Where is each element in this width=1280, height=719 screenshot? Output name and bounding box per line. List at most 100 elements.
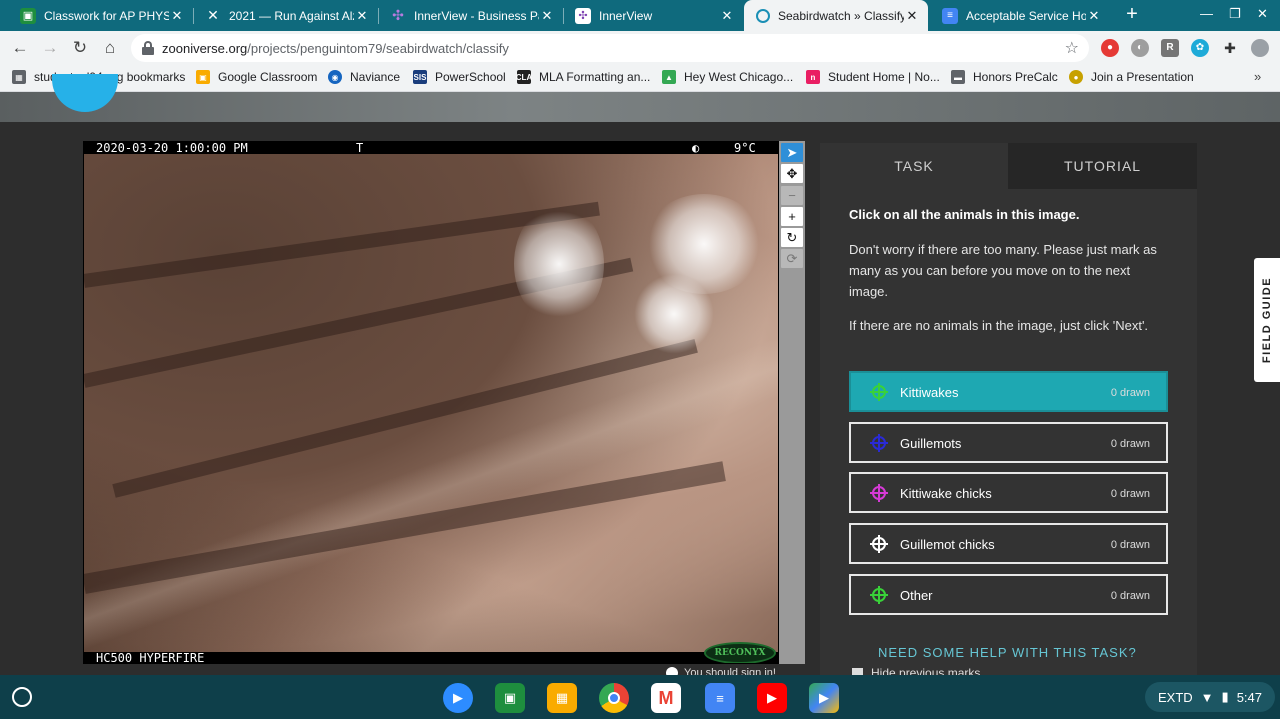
field-guide-button[interactable]: FIELD GUIDE bbox=[1254, 258, 1280, 382]
task-help-text: If there are no animals in the image, ju… bbox=[849, 318, 1149, 333]
address-bar[interactable]: zooniverse.org/projects/penguintom79/sea… bbox=[131, 34, 1089, 62]
chrome-icon[interactable] bbox=[599, 683, 629, 713]
new-tab-button[interactable]: + bbox=[1121, 3, 1143, 25]
google-classroom-alt-icon[interactable]: ▦ bbox=[547, 683, 577, 713]
back-button[interactable]: ← bbox=[9, 37, 31, 59]
close-window-icon[interactable]: ✕ bbox=[1257, 6, 1268, 22]
bookmark-mla-formatting[interactable]: CLA MLA Formatting an... bbox=[516, 70, 650, 84]
google-docs-icon[interactable]: ≡ bbox=[705, 683, 735, 713]
powerschool-icon: SIS bbox=[413, 70, 427, 84]
home-button[interactable]: ⌂ bbox=[99, 37, 121, 59]
crosshair-icon bbox=[870, 434, 888, 452]
pear-deck-icon: ● bbox=[1069, 70, 1083, 84]
wifi-icon: ▼ bbox=[1200, 689, 1214, 705]
naviance-icon: ◉ bbox=[328, 70, 342, 84]
close-icon[interactable]: ✕ bbox=[904, 8, 920, 24]
play-store-icon[interactable]: ▶ bbox=[809, 683, 839, 713]
bookmark-hey-west-chicago[interactable]: ▲ Hey West Chicago... bbox=[662, 70, 793, 84]
restore-icon[interactable]: ❐ bbox=[1229, 6, 1241, 22]
crosshair-icon bbox=[870, 586, 888, 604]
close-icon[interactable]: ✕ bbox=[719, 8, 735, 24]
need-help-link[interactable]: NEED SOME HELP WITH THIS TASK? bbox=[878, 645, 1137, 660]
camera-trap-photo[interactable] bbox=[84, 154, 778, 652]
close-icon[interactable]: ✕ bbox=[169, 8, 185, 24]
tab-acceptable-service-hours[interactable]: ≡ Acceptable Service Hour ✕ bbox=[930, 0, 1110, 31]
gmail-icon[interactable]: M bbox=[651, 683, 681, 713]
tab-seabirdwatch[interactable]: Seabirdwatch » Classify ✕ bbox=[744, 0, 928, 31]
student-home-icon: n bbox=[806, 70, 820, 84]
bookmark-star-icon[interactable]: ☆ bbox=[1065, 38, 1079, 58]
choice-other[interactable]: Other 0 drawn bbox=[849, 574, 1168, 615]
minimize-icon[interactable]: — bbox=[1200, 6, 1213, 21]
folder-icon: ▬ bbox=[951, 70, 965, 84]
battery-icon: ▮ bbox=[1221, 689, 1229, 704]
forward-button[interactable]: → bbox=[39, 37, 61, 59]
camera-model: HC500 HYPERFIRE bbox=[96, 651, 205, 664]
subject-image-viewer[interactable]: 2020-03-20 1:00:00 PM T ◐ 9°C HC500 HYPE… bbox=[83, 141, 779, 664]
reset-icon[interactable]: ⟳ bbox=[781, 249, 803, 268]
tab-classwork[interactable]: ▣ Classwork for AP PHYSI ✕ bbox=[8, 0, 193, 31]
close-icon[interactable]: ✕ bbox=[354, 8, 370, 24]
crosshair-icon bbox=[870, 535, 888, 553]
record-extension-icon[interactable]: ● bbox=[1101, 39, 1119, 57]
choice-guillemot-chicks[interactable]: Guillemot chicks 0 drawn bbox=[849, 523, 1168, 564]
tab-strip: ▣ Classwork for AP PHYSI ✕ ✕ 2021 — Run … bbox=[0, 0, 1280, 31]
camera-timestamp: 2020-03-20 1:00:00 PM bbox=[96, 141, 248, 155]
tab-innerview[interactable]: ✣ InnerView ✕ bbox=[563, 0, 743, 31]
choice-guillemots[interactable]: Guillemots 0 drawn bbox=[849, 422, 1168, 463]
youtube-icon[interactable]: ▶ bbox=[757, 683, 787, 713]
zooniverse-icon bbox=[756, 8, 770, 23]
camera-flag: T bbox=[356, 141, 364, 155]
crosshair-icon bbox=[870, 484, 888, 502]
zoom-out-icon[interactable]: − bbox=[781, 186, 803, 205]
camera-info-bar: 2020-03-20 1:00:00 PM T ◐ 9°C bbox=[84, 141, 778, 155]
extensions-puzzle-icon[interactable]: ✚ bbox=[1221, 39, 1239, 57]
camera-temperature: 9°C bbox=[734, 141, 756, 155]
reconyx-logo: RECONYX bbox=[704, 642, 776, 663]
zoom-in-icon[interactable]: + bbox=[781, 207, 803, 226]
bookmark-powerschool[interactable]: SIS PowerSchool bbox=[413, 70, 506, 84]
task-panel: TASK TUTORIAL Click on all the animals i… bbox=[820, 143, 1197, 680]
reload-button[interactable]: ↻ bbox=[69, 37, 91, 59]
innerview-icon: ✣ bbox=[392, 7, 404, 23]
tab-tutorial[interactable]: TUTORIAL bbox=[1008, 143, 1197, 189]
more-bookmarks-icon[interactable]: » bbox=[1254, 69, 1261, 84]
choice-kittiwakes[interactable]: Kittiwakes 0 drawn bbox=[849, 371, 1168, 412]
browser-toolbar: ← → ↻ ⌂ zooniverse.org/projects/penguint… bbox=[0, 31, 1280, 65]
status-area[interactable]: EXTD ▼ ▮ 5:47 bbox=[1145, 682, 1275, 712]
url-text[interactable]: zooniverse.org/projects/penguintom79/sea… bbox=[162, 41, 509, 56]
runner-icon: ✕ bbox=[207, 7, 219, 23]
extension-globe-icon[interactable]: ✿ bbox=[1191, 39, 1209, 57]
docs-icon: ≡ bbox=[942, 7, 958, 24]
move-tool-icon[interactable]: ✥ bbox=[781, 164, 803, 183]
tab-task[interactable]: TASK bbox=[820, 143, 1008, 189]
crosshair-icon bbox=[870, 383, 888, 401]
os-shelf: ▶ ▣ ▦ M ≡ ▶ ▶ EXTD ▼ ▮ 5:47 bbox=[0, 675, 1280, 719]
bookmark-student-home[interactable]: n Student Home | No... bbox=[806, 70, 940, 84]
rotate-icon[interactable]: ↻ bbox=[781, 228, 803, 247]
extension-icon[interactable]: ◐ bbox=[1131, 39, 1149, 57]
launcher-icon[interactable] bbox=[12, 687, 32, 707]
site-header bbox=[0, 74, 1280, 122]
profile-avatar[interactable] bbox=[1251, 39, 1269, 57]
pointer-tool-icon[interactable]: ➤ bbox=[781, 143, 803, 162]
innerview-icon: ✣ bbox=[575, 7, 591, 24]
cla-icon: CLA bbox=[516, 70, 532, 84]
close-icon[interactable]: ✕ bbox=[1086, 8, 1102, 24]
zooniverse-logo[interactable] bbox=[52, 74, 118, 112]
extension-r-icon[interactable]: R bbox=[1161, 39, 1179, 57]
tab-innerview-business[interactable]: ✣ InnerView - Business Pa ✕ bbox=[378, 0, 563, 31]
image-tools: ➤ ✥ − + ↻ ⟳ bbox=[779, 141, 805, 664]
tab-run-against-alzheimers[interactable]: ✕ 2021 — Run Against Alzh ✕ bbox=[193, 0, 378, 31]
bookmark-naviance[interactable]: ◉ Naviance bbox=[328, 70, 400, 84]
google-classroom-app-icon[interactable]: ▣ bbox=[495, 683, 525, 713]
bookmark-google-classroom[interactable]: ▣ Google Classroom bbox=[196, 70, 317, 84]
task-help-text: Don't worry if there are too many. Pleas… bbox=[849, 242, 1157, 299]
close-icon[interactable]: ✕ bbox=[539, 8, 555, 24]
choice-kittiwake-chicks[interactable]: Kittiwake chicks 0 drawn bbox=[849, 472, 1168, 513]
google-drive-icon: ▲ bbox=[662, 70, 676, 84]
zoom-app-icon[interactable]: ▶ bbox=[443, 683, 473, 713]
camera-model-bar: HC500 HYPERFIRE bbox=[84, 651, 778, 664]
bookmark-join-presentation[interactable]: ● Join a Presentation bbox=[1069, 70, 1194, 84]
bookmark-honors-precalc[interactable]: ▬ Honors PreCalc bbox=[951, 70, 1058, 84]
